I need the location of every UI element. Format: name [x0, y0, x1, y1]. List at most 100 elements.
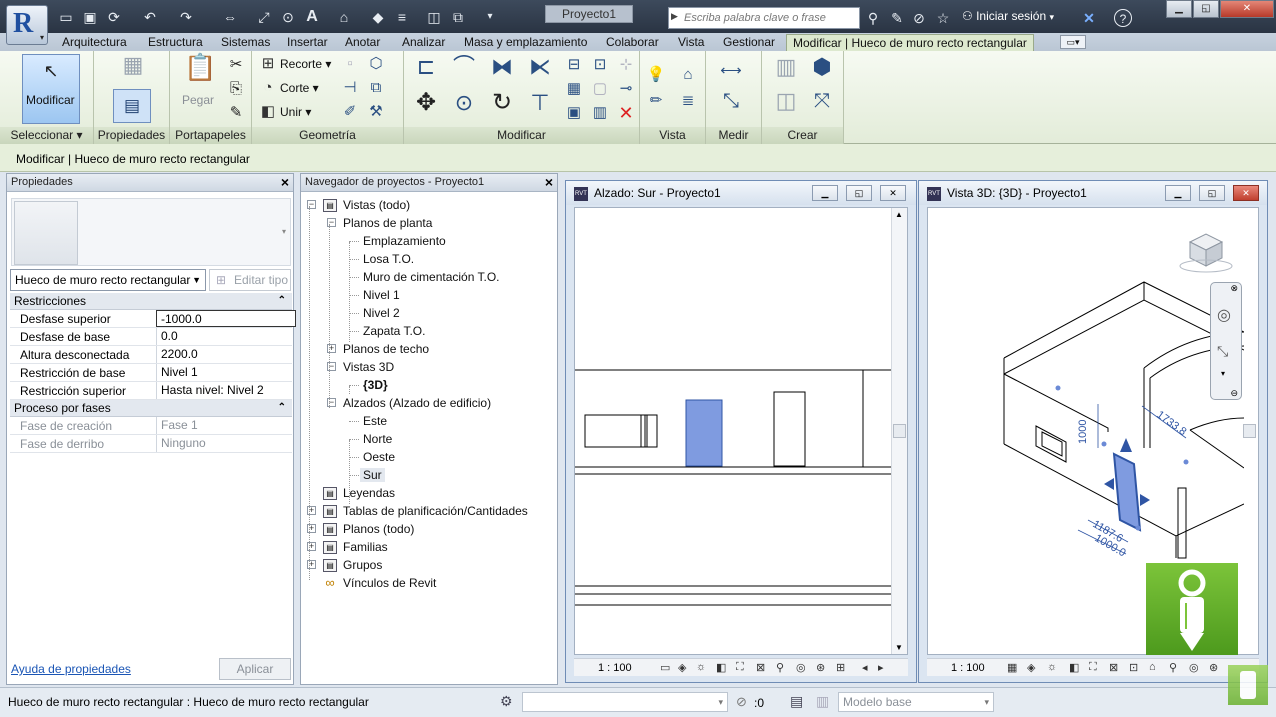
- viewcube-icon[interactable]: [1179, 233, 1233, 273]
- property-value[interactable]: 0.0: [156, 328, 296, 345]
- property-value-input[interactable]: -1000.0: [156, 310, 296, 327]
- favorites-icon[interactable]: ☆: [934, 9, 952, 27]
- tab-estructura[interactable]: Estructura: [148, 34, 203, 51]
- paste-label[interactable]: Pegar: [182, 93, 214, 107]
- join-icon[interactable]: ◧: [258, 102, 278, 122]
- browser-node[interactable]: Sur: [360, 468, 385, 482]
- highlight-icon[interactable]: ⊞: [836, 661, 845, 674]
- create-parts-large-icon[interactable]: ◫: [772, 90, 800, 119]
- browser-node[interactable]: Alzados (Alzado de edificio): [343, 396, 491, 410]
- mirror-draw-icon[interactable]: ⧔: [526, 56, 554, 85]
- properties-help-link[interactable]: Ayuda de propiedades: [11, 662, 131, 676]
- qat-dropdown-icon[interactable]: ▾: [480, 7, 500, 27]
- browser-node[interactable]: Leyendas: [343, 486, 395, 500]
- properties-icon[interactable]: ▤: [113, 89, 151, 123]
- panel-label-select[interactable]: Seleccionar ▾: [0, 127, 93, 144]
- search-input[interactable]: Escriba palabra clave o frase: [684, 12, 826, 24]
- wall-joins-icon[interactable]: ⊣: [340, 78, 360, 98]
- offset-icon[interactable]: ⌒: [450, 56, 478, 85]
- hide-in-view-icon[interactable]: 💡: [646, 65, 666, 85]
- sun-path-icon[interactable]: ☼: [696, 661, 706, 673]
- create-similar-icon[interactable]: ▥: [772, 56, 800, 85]
- sync-icon[interactable]: ⟳: [104, 7, 124, 27]
- properties-header[interactable]: Propiedades ×: [7, 174, 293, 192]
- selected-opening-3d[interactable]: [1112, 452, 1142, 532]
- tab-insertar[interactable]: Insertar: [287, 34, 328, 51]
- paste-icon[interactable]: 📋: [184, 54, 216, 91]
- steering-wheel-icon[interactable]: ◎: [1217, 305, 1231, 325]
- text-icon[interactable]: A: [302, 7, 322, 27]
- shadows-icon[interactable]: ◧: [716, 661, 726, 674]
- thin-lines-icon[interactable]: ≡: [392, 7, 412, 27]
- browser-node[interactable]: Tablas de planificación/Cantidades: [343, 504, 528, 518]
- lock-view-icon[interactable]: ⌂: [1149, 661, 1156, 673]
- tab-arquitectura[interactable]: Arquitectura: [62, 34, 127, 51]
- match-type-icon[interactable]: ✎: [226, 103, 246, 123]
- rotate-icon[interactable]: ↻: [488, 91, 516, 121]
- visual-style-icon[interactable]: ◈: [1027, 661, 1035, 674]
- browser-node[interactable]: Vínculos de Revit: [343, 576, 436, 590]
- property-value[interactable]: 2200.0: [156, 346, 296, 363]
- aligned-dimension-icon[interactable]: ⤡: [714, 91, 748, 111]
- view-header[interactable]: RVT Vista 3D: {3D} - Proyecto1 ▁ ◱ ✕: [919, 181, 1267, 205]
- tab-analizar[interactable]: Analizar: [402, 34, 445, 51]
- application-menu-button[interactable]: R ▾: [6, 5, 48, 45]
- dimension-label[interactable]: 1733.8: [1154, 409, 1188, 438]
- array-icon[interactable]: ▦: [564, 79, 584, 99]
- delete-icon[interactable]: ✕: [616, 103, 636, 123]
- linework-icon[interactable]: ✏: [646, 91, 666, 111]
- reveal-hidden-icon[interactable]: ◎: [1189, 661, 1199, 674]
- browser-node[interactable]: Vistas (todo): [343, 198, 410, 212]
- scroll-down-icon[interactable]: ▼: [895, 643, 903, 652]
- search-box[interactable]: ▶ Escriba palabra clave o frase: [668, 7, 860, 29]
- hammer-icon[interactable]: ⚒: [366, 102, 386, 122]
- close-icon[interactable]: ×: [545, 174, 553, 190]
- filter-icon[interactable]: ⊘: [736, 694, 747, 710]
- section-icon[interactable]: ◆: [368, 7, 388, 27]
- override-graphics-icon[interactable]: ⌂: [678, 65, 698, 85]
- scroll-up-icon[interactable]: ▲: [895, 210, 903, 219]
- minimize-button[interactable]: ▁: [1165, 185, 1191, 201]
- edit-profile-icon[interactable]: ✐: [340, 102, 360, 122]
- crop-view-icon[interactable]: ⛶: [736, 661, 744, 674]
- tab-anotar[interactable]: Anotar: [345, 34, 380, 51]
- worksets-icon[interactable]: ⚙: [500, 693, 513, 710]
- tab-sistemas[interactable]: Sistemas: [221, 34, 270, 51]
- browser-node[interactable]: Losa T.O.: [363, 252, 414, 266]
- section-cut-icon[interactable]: ◔: [258, 78, 278, 98]
- type-selector[interactable]: Hueco de muro recto rectangular ▼: [10, 269, 206, 291]
- paint-icon[interactable]: ⬡: [366, 54, 386, 74]
- property-value[interactable]: Nivel 1: [156, 364, 296, 381]
- property-value[interactable]: Hasta nivel: Nivel 2: [156, 382, 296, 399]
- browser-node[interactable]: Este: [363, 414, 387, 428]
- design-option-dropdown[interactable]: Modelo base ▾: [838, 692, 994, 712]
- browser-node[interactable]: Vistas 3D: [343, 360, 394, 374]
- help-icon[interactable]: ?: [1114, 9, 1132, 27]
- split-icon[interactable]: ⊟: [564, 55, 584, 75]
- scroll-right-icon[interactable]: ▸: [878, 661, 884, 674]
- selected-opening[interactable]: [685, 399, 723, 467]
- align-icon[interactable]: ⊏: [412, 56, 440, 85]
- editable-only-icon[interactable]: ▥: [816, 693, 829, 710]
- create-assembly-icon[interactable]: ⬢: [808, 56, 836, 85]
- view-scale[interactable]: 1 : 100: [951, 662, 985, 674]
- browser-node[interactable]: {3D}: [363, 378, 388, 392]
- workset-dropdown[interactable]: ▾: [522, 692, 728, 712]
- copy-element-icon[interactable]: ⊙: [450, 92, 478, 121]
- edit-type-button[interactable]: ⊞ Editar tipo: [209, 269, 291, 291]
- undo-icon[interactable]: ↶: [140, 7, 160, 27]
- close-button[interactable]: ✕: [1233, 185, 1259, 201]
- scroll-thumb[interactable]: [893, 424, 906, 438]
- reference-icon[interactable]: ⤧: [808, 91, 836, 119]
- chevron-down-icon[interactable]: ▾: [282, 227, 286, 236]
- tab-gestionar[interactable]: Gestionar: [723, 34, 775, 51]
- split-face-icon[interactable]: ▫: [340, 54, 360, 74]
- design-options-icon[interactable]: ▤: [790, 693, 803, 710]
- scroll-left-icon[interactable]: ◂: [862, 661, 868, 674]
- tag-icon[interactable]: ⊙: [278, 7, 298, 27]
- section-restricciones[interactable]: Restricciones ⌃: [10, 293, 292, 310]
- create-parts-icon[interactable]: ▥: [590, 103, 610, 123]
- view-header[interactable]: RVT Alzado: Sur - Proyecto1 ▁ ◱ ✕: [566, 181, 916, 205]
- browser-node[interactable]: Emplazamiento: [363, 234, 446, 248]
- restore-button[interactable]: ◱: [1199, 185, 1225, 201]
